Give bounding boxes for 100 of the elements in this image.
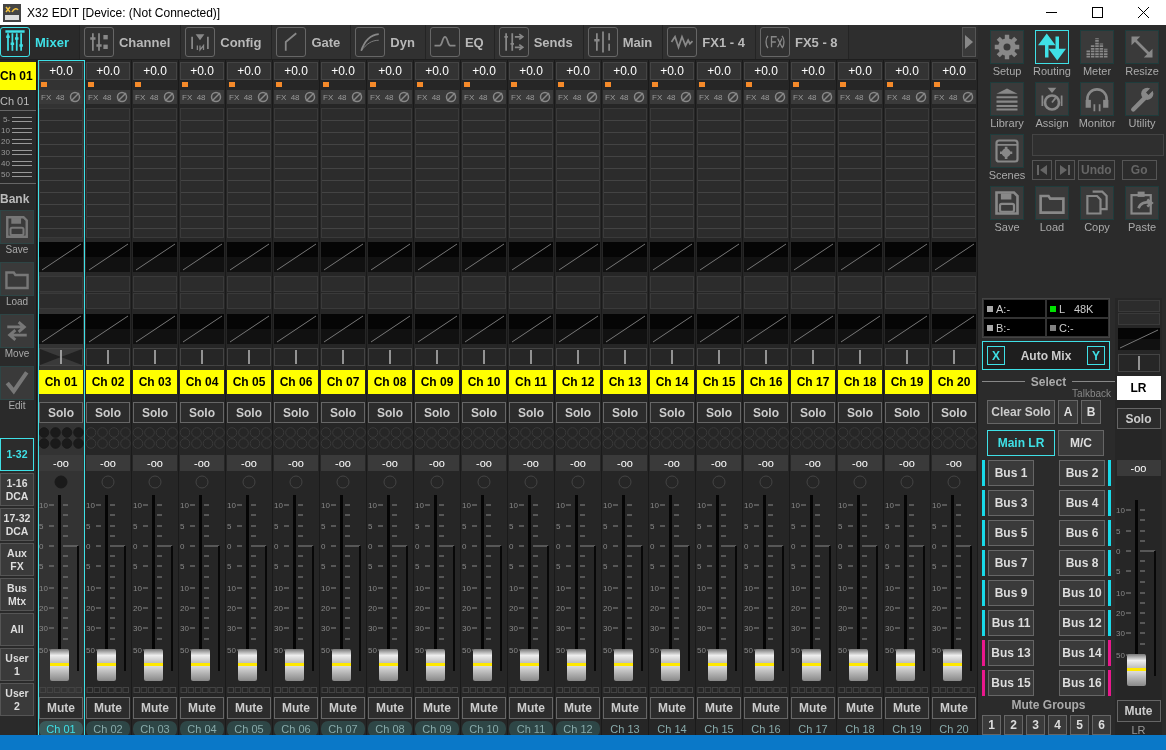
gate-graph[interactable]	[791, 242, 835, 272]
tool-button[interactable]: Monitor	[1075, 82, 1119, 134]
channel-name-label[interactable]: Ch 10	[462, 370, 506, 394]
insert-slot[interactable]	[791, 276, 835, 292]
fader-track[interactable]	[190, 493, 210, 683]
fader-knob[interactable]	[801, 649, 821, 681]
y-group-button[interactable]: Y	[1087, 346, 1105, 365]
clear-solo-button[interactable]: Clear Solo	[987, 400, 1055, 424]
channel-label[interactable]: Ch 16	[744, 721, 788, 737]
channel-name-label[interactable]: Ch 16	[744, 370, 788, 394]
insert-slot[interactable]	[227, 293, 271, 309]
mute-button[interactable]: Mute	[838, 697, 882, 719]
mute-group-button[interactable]: 4	[1048, 715, 1067, 735]
mute-button[interactable]: Mute	[415, 697, 459, 719]
gate-graph[interactable]	[932, 242, 976, 272]
gate-graph[interactable]	[838, 242, 882, 272]
mute-button[interactable]: Mute	[227, 697, 271, 719]
gain-display[interactable]: +0.0	[86, 62, 130, 80]
solo-button[interactable]: Solo	[86, 402, 130, 423]
gate-graph[interactable]	[368, 242, 412, 272]
gain-display[interactable]: +0.0	[368, 62, 412, 80]
layer-button[interactable]: User 1	[0, 648, 34, 681]
bus-button[interactable]: Bus 3	[988, 490, 1034, 516]
insert-slot[interactable]	[39, 293, 83, 309]
gate-graph[interactable]	[133, 242, 177, 272]
channel-name-label[interactable]: Ch 02	[86, 370, 130, 394]
next-scene-button[interactable]	[1055, 160, 1075, 180]
layer-button[interactable]: All	[0, 613, 34, 646]
tool-button[interactable]: Setup	[985, 30, 1029, 82]
channel-label[interactable]: Ch 19	[885, 721, 929, 737]
solo-button[interactable]: Solo	[415, 402, 459, 423]
solo-button[interactable]: Solo	[650, 402, 694, 423]
fader-track[interactable]	[237, 493, 257, 683]
insert-slot[interactable]	[133, 293, 177, 309]
fader-track[interactable]	[143, 493, 163, 683]
gain-display[interactable]: +0.0	[39, 62, 83, 80]
insert-slot[interactable]	[415, 276, 459, 292]
pan-display[interactable]	[368, 348, 412, 366]
channel-name-label[interactable]: Ch 19	[885, 370, 929, 394]
insert-slot[interactable]	[556, 276, 600, 292]
insert-slot[interactable]	[885, 293, 929, 309]
mute-button[interactable]: Mute	[885, 697, 929, 719]
bus-button[interactable]: Bus 6	[1059, 520, 1105, 546]
fader-knob[interactable]	[848, 649, 868, 681]
pan-display[interactable]	[321, 348, 365, 366]
insert-slot[interactable]	[932, 293, 976, 309]
channel-label[interactable]: Ch 18	[838, 721, 882, 737]
fader-track[interactable]	[331, 493, 351, 683]
insert-slot[interactable]	[180, 276, 224, 292]
solo-button[interactable]: Solo	[462, 402, 506, 423]
fader-track[interactable]	[942, 493, 962, 683]
insert-slot[interactable]	[368, 293, 412, 309]
fader-track[interactable]	[472, 493, 492, 683]
solo-button[interactable]: Solo	[274, 402, 318, 423]
pan-display[interactable]	[180, 348, 224, 366]
talkback-button[interactable]: B	[1081, 400, 1101, 424]
bus-button[interactable]: Bus 9	[988, 580, 1034, 606]
pan-display[interactable]	[650, 348, 694, 366]
fader-knob[interactable]	[895, 649, 915, 681]
pan-display[interactable]	[227, 348, 271, 366]
fader-track[interactable]	[49, 493, 69, 683]
fader-track[interactable]	[660, 493, 680, 683]
solo-button[interactable]: Solo	[697, 402, 741, 423]
layer-button[interactable]: User 2	[0, 683, 34, 716]
gain-display[interactable]: +0.0	[180, 62, 224, 80]
mute-button[interactable]: Mute	[86, 697, 130, 719]
bus-button[interactable]: Bus 15	[988, 670, 1034, 696]
previous-scene-button[interactable]	[1032, 160, 1052, 180]
insert-slot[interactable]	[321, 276, 365, 292]
mute-button[interactable]: Mute	[274, 697, 318, 719]
fader-track[interactable]	[707, 493, 727, 683]
gain-display[interactable]: +0.0	[227, 62, 271, 80]
scenes-button[interactable]: Scenes	[985, 134, 1029, 186]
fader-track[interactable]	[284, 493, 304, 683]
mute-button[interactable]: Mute	[321, 697, 365, 719]
gate-graph[interactable]	[556, 242, 600, 272]
pan-display[interactable]	[509, 348, 553, 366]
bus-button[interactable]: Bus 2	[1059, 460, 1105, 486]
file-button[interactable]: Paste	[1120, 186, 1164, 238]
gate-graph[interactable]	[321, 242, 365, 272]
file-button[interactable]: Copy	[1075, 186, 1119, 238]
insert-slot[interactable]	[415, 293, 459, 309]
solo-button[interactable]: Solo	[744, 402, 788, 423]
layer-button[interactable]: 17-32 DCA	[0, 508, 34, 541]
gain-display[interactable]: +0.0	[274, 62, 318, 80]
gain-display[interactable]: +0.0	[133, 62, 177, 80]
mute-button[interactable]: Mute	[462, 697, 506, 719]
gate-graph[interactable]	[86, 242, 130, 272]
fader-knob[interactable]	[942, 649, 962, 681]
bank-button[interactable]: Save	[0, 210, 34, 262]
channel-name-label[interactable]: Ch 13	[603, 370, 647, 394]
insert-slot[interactable]	[368, 276, 412, 292]
insert-slot[interactable]	[697, 276, 741, 292]
insert-slot[interactable]	[838, 276, 882, 292]
mute-button[interactable]: Mute	[133, 697, 177, 719]
fader-track[interactable]	[895, 493, 915, 683]
gate-graph[interactable]	[885, 242, 929, 272]
file-button[interactable]: Load	[1030, 186, 1074, 238]
insert-slot[interactable]	[86, 293, 130, 309]
fader-track[interactable]	[848, 493, 868, 683]
